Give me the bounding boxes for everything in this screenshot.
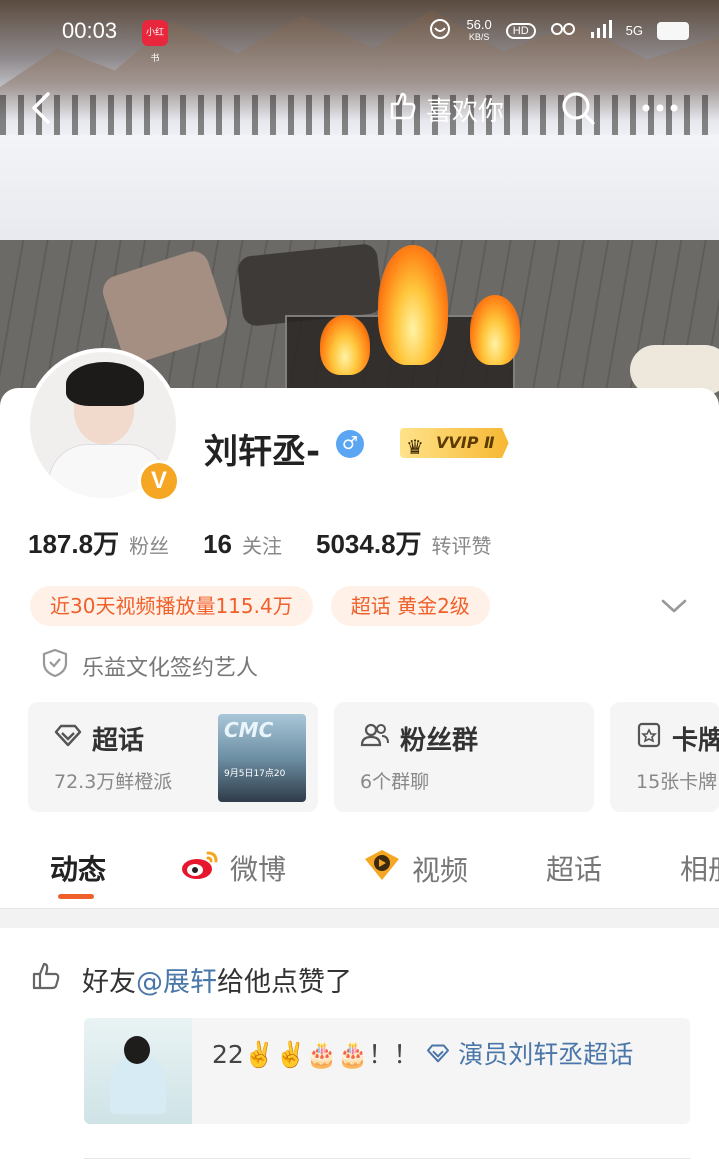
card-title-label: 粉丝群	[400, 726, 479, 756]
profile-tags: 近30天视频播放量115.4万 超话 黄金2级	[30, 586, 490, 626]
post-thumbnail	[84, 1018, 192, 1124]
notification-icon	[428, 18, 452, 43]
flame	[320, 315, 370, 375]
flame	[470, 295, 520, 365]
poster-title: CMC	[224, 718, 274, 742]
card-title-label: 卡牌	[672, 726, 719, 756]
tab-label: 视频	[412, 853, 469, 887]
snow-field	[0, 135, 719, 255]
link-icon	[550, 21, 576, 40]
status-time: 00:03	[62, 18, 118, 43]
card-title: 粉丝群	[360, 720, 594, 757]
card-subtitle: 15张卡牌	[636, 771, 718, 793]
stat-label: 粉丝	[129, 534, 170, 558]
super-topic-card[interactable]: 超话 72.3万鲜橙派 CMC 9月5日17点20	[28, 702, 318, 812]
battery-icon	[657, 21, 689, 40]
top-navigation: 喜欢你	[0, 78, 719, 138]
tab-updates[interactable]: 动态	[50, 848, 106, 888]
card-subtitle: 6个群聊	[360, 771, 430, 793]
tab-video[interactable]: 视频	[362, 848, 468, 889]
avatar-hair	[66, 362, 144, 406]
stat-value: 187.8万	[28, 529, 120, 559]
thumbs-up-icon	[30, 960, 62, 999]
profile-stats: 187.8万 粉丝 16 关注 5034.8万 转评赞	[28, 524, 526, 561]
super-topic-poster: CMC 9月5日17点20	[218, 714, 306, 802]
friend-liked-text: 好友@展轩给他点赞了	[82, 960, 352, 999]
thumb-figure-head	[124, 1036, 150, 1064]
status-bar: 00:03 小红书 56.0 KB/S HD 5G	[0, 0, 719, 64]
post-text-block: 22✌️✌️🎂🎂！！ 演员刘轩丞超话	[212, 1036, 672, 1074]
stat-following[interactable]: 16 关注	[203, 529, 282, 560]
stat-value: 16	[203, 529, 232, 559]
more-icon[interactable]	[638, 90, 682, 126]
vvip-badge[interactable]: ♛ VVIP Ⅱ	[400, 428, 509, 458]
net-speed: 56.0 KB/S	[466, 16, 492, 43]
stat-followers[interactable]: 187.8万 粉丝	[28, 524, 169, 561]
signal-5g-label: 5G	[625, 23, 643, 38]
net-speed-unit: KB/S	[468, 31, 490, 42]
tag-video-plays[interactable]: 近30天视频播放量115.4万	[30, 586, 313, 626]
card-title: 卡牌	[636, 720, 719, 757]
net-speed-value: 56.0	[466, 16, 492, 32]
signal-icon	[590, 19, 612, 42]
active-tab-indicator	[58, 894, 94, 899]
tag-super-topic-level[interactable]: 超话 黄金2级	[330, 586, 490, 626]
profile-name: 刘轩丞-	[204, 432, 321, 472]
hd-icon: HD	[505, 22, 536, 39]
friend-liked-row: 好友@展轩给他点赞了	[30, 960, 352, 999]
crown-icon: ♛	[406, 435, 424, 459]
section-divider	[0, 908, 719, 928]
stat-value: 5034.8万	[316, 529, 422, 559]
feature-cards: 超话 72.3万鲜橙派 CMC 9月5日17点20 粉丝群 6个群聊 卡牌 15…	[28, 702, 719, 812]
diamond-icon	[54, 723, 82, 754]
liked-suffix: 给他点赞了	[217, 967, 352, 998]
post-text: 22✌️✌️🎂🎂！！	[212, 1040, 419, 1069]
flame	[378, 245, 448, 365]
contract-info: 乐益文化签约艺人	[42, 648, 258, 684]
card-icon	[636, 721, 662, 756]
like-hand-icon	[386, 90, 418, 129]
stat-label: 转评赞	[431, 534, 492, 558]
friend-link[interactable]: @展轩	[136, 967, 217, 998]
verified-icon: V	[138, 460, 180, 502]
poster-date: 9月5日17点20	[224, 769, 286, 779]
back-icon[interactable]	[24, 88, 64, 128]
video-icon	[362, 848, 402, 889]
tab-super-topic[interactable]: 超话	[546, 848, 602, 888]
tab-weibo[interactable]: 微博	[180, 848, 286, 888]
profile-tabs: 动态 微博 视频 超话 相册	[0, 838, 719, 910]
chevron-down-icon[interactable]	[660, 594, 688, 618]
tab-album[interactable]: 相册	[680, 848, 719, 888]
vvip-label: VVIP Ⅱ	[436, 433, 495, 452]
weibo-icon	[180, 849, 220, 888]
fan-group-card[interactable]: 粉丝群 6个群聊	[334, 702, 594, 812]
feed-divider	[84, 1158, 690, 1159]
stat-label: 关注	[242, 534, 282, 558]
card-collection-card[interactable]: 卡牌 15张卡牌	[610, 702, 719, 812]
post-topic-link[interactable]: 演员刘轩丞超话	[426, 1040, 633, 1069]
status-icons: 56.0 KB/S HD 5G	[428, 18, 689, 43]
stat-interactions[interactable]: 5034.8万 转评赞	[316, 524, 492, 561]
like-you-label: 喜欢你	[426, 97, 505, 127]
tab-label: 微博	[230, 853, 287, 886]
card-title-label: 超话	[92, 726, 145, 756]
liked-prefix: 好友	[82, 967, 136, 998]
contract-label: 乐益文化签约艺人	[82, 656, 259, 681]
like-you-button[interactable]: 喜欢你	[386, 90, 504, 129]
post-topic-label: 演员刘轩丞超话	[458, 1040, 634, 1069]
search-icon[interactable]	[560, 90, 596, 126]
group-icon	[360, 722, 390, 755]
app-badge-icon: 小红书	[142, 20, 168, 64]
male-icon: ♂	[336, 430, 364, 458]
shield-icon	[42, 648, 68, 684]
diamond-icon	[426, 1040, 458, 1069]
liked-post-card[interactable]: 22✌️✌️🎂🎂！！ 演员刘轩丞超话	[84, 1018, 690, 1124]
